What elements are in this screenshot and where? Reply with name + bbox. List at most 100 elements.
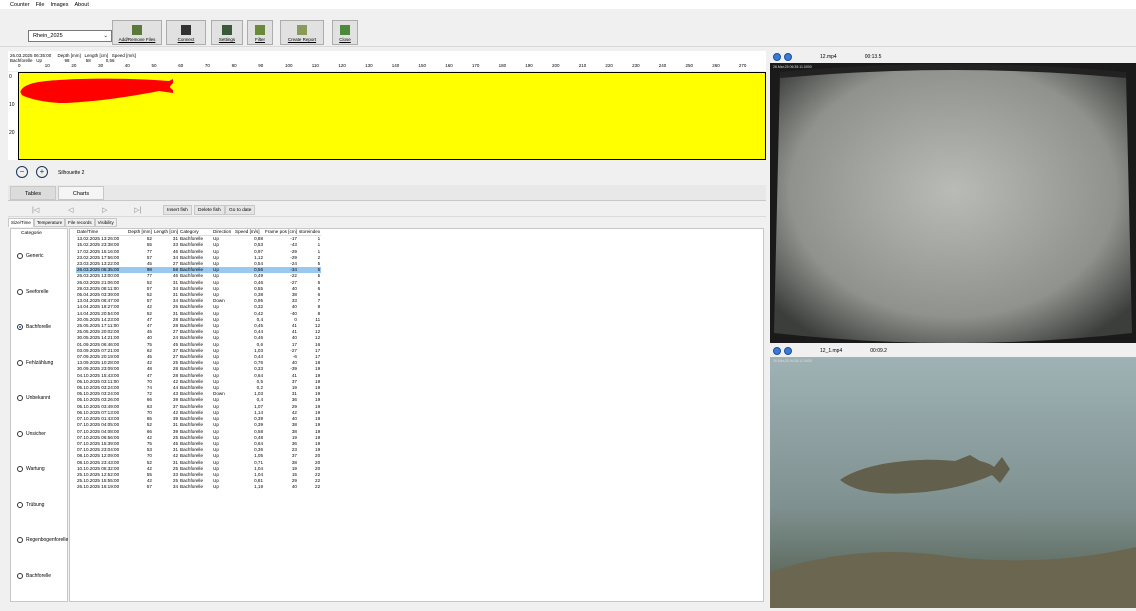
filter-icon xyxy=(255,25,265,35)
first-record-button[interactable]: |◁ xyxy=(32,206,39,214)
menu-bar: Counter File Images About xyxy=(0,0,1136,9)
zoom-out-icon[interactable]: − xyxy=(16,166,28,178)
table-cell: 57 xyxy=(146,484,152,490)
subtab-size-time[interactable]: Size/Time xyxy=(8,218,34,227)
radio-icon[interactable] xyxy=(17,395,23,401)
menu-item[interactable]: Images xyxy=(50,2,68,8)
toolbar: Rhein_2025 ⌄ Add/Remove Files Connect Sett… xyxy=(0,17,1136,47)
category-option[interactable]: Generic xyxy=(17,253,44,259)
scale-tick-label: 50 xyxy=(151,63,157,68)
previous-record-button[interactable]: ◁ xyxy=(68,206,73,214)
create-report-button[interactable]: Create Report xyxy=(280,20,324,45)
go-to-date-button[interactable]: Go to date xyxy=(225,205,256,215)
tab-charts[interactable]: Charts xyxy=(58,186,104,200)
category-label: Bachforelle xyxy=(26,324,52,330)
video-2-frame[interactable] xyxy=(770,357,1136,608)
category-option[interactable]: Bachforelle xyxy=(17,324,51,330)
menu-item[interactable]: Counter xyxy=(10,2,30,8)
category-label: Seeforelle xyxy=(26,288,49,295)
category-option[interactable]: Regenbogenforelle xyxy=(17,537,68,543)
last-record-button[interactable]: ▷| xyxy=(134,206,141,214)
radio-icon[interactable] xyxy=(17,324,23,330)
category-label: Unsicher xyxy=(26,430,46,437)
scale-tick-label: 40 xyxy=(124,63,130,68)
menu-item[interactable]: About xyxy=(75,2,89,8)
scale-tick-label: 30 xyxy=(98,63,104,68)
subtab-file-records[interactable]: File records xyxy=(65,218,95,227)
radio-icon[interactable] xyxy=(17,430,23,437)
settings-button[interactable]: Settings xyxy=(211,20,243,45)
video-2-time: 00:09.2 xyxy=(870,348,887,354)
video-1-frame[interactable] xyxy=(770,63,1136,343)
radio-icon[interactable] xyxy=(17,466,23,472)
column-header[interactable]: Depth [mm] xyxy=(127,229,153,237)
column-header[interactable]: Category xyxy=(179,229,213,237)
table-row[interactable]: 26.10.2025 16:19:00 57 34 Bachforelle Up 1,19… xyxy=(76,484,321,490)
zoom-in-icon[interactable]: + xyxy=(36,166,48,178)
table-cell: 1,19 xyxy=(254,484,264,490)
subtab-visibility[interactable]: Visibility xyxy=(94,218,117,227)
radio-icon[interactable] xyxy=(17,537,23,543)
category-option[interactable]: Trübung xyxy=(17,501,45,508)
toolbar-button-label: Close xyxy=(339,37,351,42)
video-panel-1: 12.mp4 00:13.5 26.Mar.25 06:35:11.0000 xyxy=(770,51,1136,343)
scale-tick-label: 200 xyxy=(552,63,560,68)
connect-button[interactable]: Connect xyxy=(166,20,206,45)
column-header[interactable]: Length [cm] xyxy=(153,229,180,237)
table-cell: -17 xyxy=(290,236,297,242)
table-row[interactable]: 13.02.2025 13:26:00 52 31 Bachforelle Up 0,88… xyxy=(76,236,321,243)
record-navigation: |◁ ◁ ▷ ▷| Insert fish Delete fish Go to … xyxy=(8,203,766,217)
refresh-icon[interactable] xyxy=(784,53,792,61)
column-header[interactable]: storeindex xyxy=(297,229,322,237)
video-1-file: 12.mp4 xyxy=(820,54,837,60)
filter-button[interactable]: Filter xyxy=(247,20,273,45)
column-header[interactable]: Direction xyxy=(212,229,235,237)
zoom-row: − + Silhouette 2 xyxy=(8,162,766,182)
column-header[interactable]: Speed [m/s] xyxy=(234,229,265,237)
depth-axis: 0 10 20 xyxy=(8,72,18,160)
location-combobox[interactable]: Rhein_2025 ⌄ xyxy=(28,30,112,42)
play-icon[interactable] xyxy=(773,53,781,61)
menu-item[interactable]: File xyxy=(36,2,45,8)
table-icon xyxy=(132,25,142,35)
radio-icon[interactable] xyxy=(17,572,23,579)
radio-icon[interactable] xyxy=(17,253,23,259)
toolbar-button-label: Create Report xyxy=(287,37,317,42)
subtab-temperature[interactable]: Temperature xyxy=(33,218,66,227)
silhouette-plot[interactable] xyxy=(18,72,766,160)
delete-fish-button[interactable]: Delete fish xyxy=(194,205,225,215)
table-cell: 22 xyxy=(315,484,321,490)
scale-tick-label: 130 xyxy=(365,63,373,68)
next-record-button[interactable]: ▷ xyxy=(102,206,107,214)
table-cell: Bachforelle xyxy=(180,236,203,242)
add-remove-files-button[interactable]: Add/Remove Files xyxy=(112,20,162,45)
radio-icon[interactable] xyxy=(17,359,23,366)
door-icon xyxy=(340,25,350,35)
column-header[interactable]: Frame pos [cm] xyxy=(264,229,298,237)
category-option[interactable]: Seeforelle xyxy=(17,288,49,295)
play-icon[interactable] xyxy=(773,347,781,355)
category-panel: Categorie Generic Seeforelle Bachforelle Fe… xyxy=(10,228,68,602)
category-option[interactable]: Wartung xyxy=(17,466,45,472)
tab-tables[interactable]: Tables xyxy=(10,186,56,200)
scale-tick-label: 170 xyxy=(471,63,480,68)
refresh-icon[interactable] xyxy=(784,347,792,355)
category-option[interactable]: Unbekannt xyxy=(17,395,50,401)
table-cell: Bachforelle xyxy=(180,484,203,490)
table-cell: 40 xyxy=(291,484,297,490)
close-button[interactable]: Close xyxy=(332,20,358,45)
radio-icon[interactable] xyxy=(17,288,23,295)
category-option[interactable]: Fehlzählung xyxy=(17,359,53,366)
silhouette-label: Silhouette 2 xyxy=(58,170,85,176)
category-option[interactable]: Unsicher xyxy=(17,430,46,437)
column-header[interactable]: Date/Time xyxy=(76,229,127,237)
table-cell: 34 xyxy=(172,484,179,490)
category-label: Trübung xyxy=(26,501,45,508)
insert-fish-button[interactable]: Insert fish xyxy=(163,205,192,215)
category-option[interactable]: Bachforelle xyxy=(17,572,51,579)
scale-tick-label: 270 xyxy=(738,63,747,68)
depth-tick-label: 0 xyxy=(9,74,12,80)
toolbar-button-label: Connect xyxy=(177,37,195,42)
table-cell: 52 xyxy=(146,236,152,242)
radio-icon[interactable] xyxy=(17,501,23,508)
